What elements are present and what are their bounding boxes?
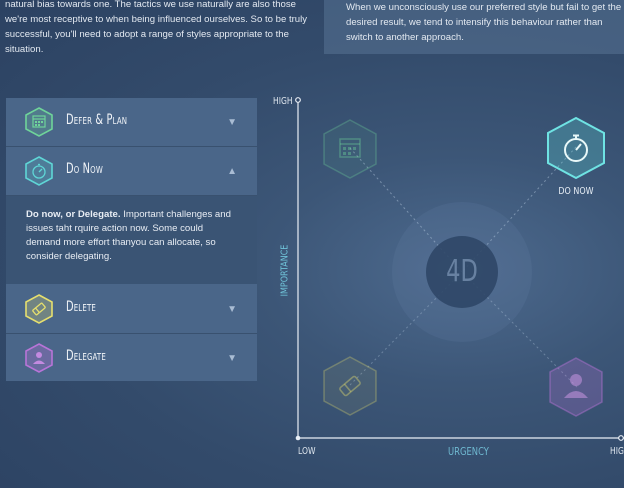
accordion-item-defer-plan[interactable]: Defer & Plan ▼ (6, 98, 257, 147)
accordion-item-label: Delegate (66, 348, 106, 364)
node-do-now-label: DO NOW (558, 186, 594, 197)
node-defer-calendar-icon[interactable] (322, 118, 378, 180)
x-axis-high-label: HIG (610, 446, 624, 457)
x-axis-low-label: LOW (298, 446, 316, 457)
node-do-now-stopwatch-icon[interactable] (546, 116, 606, 180)
center-label: 4D (446, 254, 478, 289)
expanded-title: Do now, or Delegate. (26, 209, 121, 220)
node-delegate-person-icon[interactable] (548, 356, 604, 418)
intro-right-panel: When we unconsciously use our preferred … (324, 0, 624, 54)
accordion-item-do-now[interactable]: Do Now ▲ (6, 147, 257, 196)
accordion-item-delegate[interactable]: Delegate ▼ (6, 334, 257, 382)
accordion-item-label: Defer & Plan (66, 112, 128, 128)
y-axis-label: IMPORTANCE (279, 244, 291, 297)
chevron-up-icon[interactable]: ▲ (227, 166, 237, 177)
accordion-item-label: Do Now (66, 161, 103, 177)
person-icon (25, 343, 53, 373)
accordion-item-label: Delete (66, 299, 97, 315)
chevron-down-icon[interactable]: ▼ (227, 304, 237, 315)
chevron-down-icon[interactable]: ▼ (227, 353, 237, 364)
stopwatch-icon (25, 156, 53, 186)
4d-matrix: 4D DO NOW HIGH IMPORTANCE LOW URGENCY HI… (260, 90, 624, 488)
node-delete-eraser-icon[interactable] (322, 355, 378, 417)
x-axis-label: URGENCY (448, 446, 489, 458)
calendar-icon (25, 107, 53, 137)
chevron-down-icon[interactable]: ▼ (227, 117, 237, 128)
accordion-expanded-body: Do now, or Delegate. Important challenge… (6, 196, 257, 284)
accordion-item-delete[interactable]: Delete ▼ (6, 285, 257, 334)
intro-right-text: When we unconsciously use our preferred … (346, 2, 622, 43)
eraser-icon (25, 294, 53, 324)
y-axis-high-label: HIGH (273, 96, 293, 107)
intro-left-text: natural bias towards one. The tactics we… (5, 0, 308, 55)
4d-accordion: Defer & Plan ▼ Do Now ▲ Do now, or Deleg… (6, 98, 257, 381)
